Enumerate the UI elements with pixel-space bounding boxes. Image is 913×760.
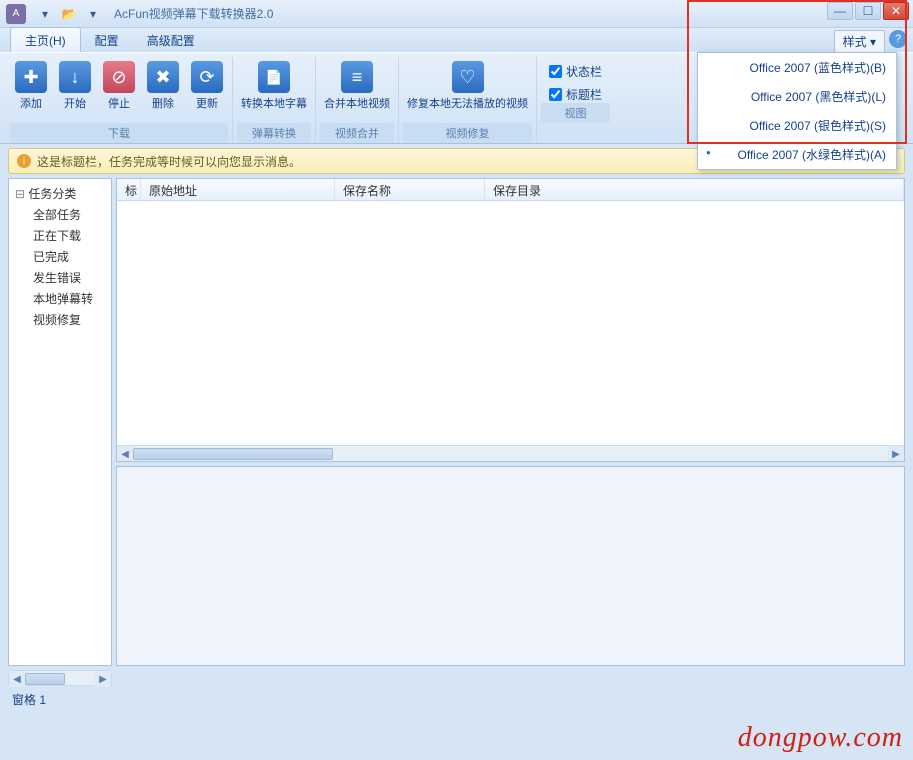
stop-icon [103, 61, 135, 93]
style-item-blue[interactable]: Office 2007 (蓝色样式)(B) [698, 53, 896, 82]
col-url[interactable]: 原始地址 [141, 179, 335, 200]
merge-icon [341, 61, 373, 93]
tab-home[interactable]: 主页(H) [10, 27, 81, 52]
task-list: 标 原始地址 保存名称 保存目录 ◀ ▶ [116, 178, 905, 462]
sidebar: 任务分类 全部任务 正在下载 已完成 发生错误 本地弹幕转 视频修复 [8, 178, 112, 666]
refresh-button[interactable]: 更新 [186, 59, 228, 113]
minimize-button[interactable]: — [827, 2, 853, 20]
window-title: AcFun视频弹幕下载转换器2.0 [114, 5, 273, 22]
convert-button[interactable]: 转换本地字幕 [237, 59, 311, 113]
main-area: 任务分类 全部任务 正在下载 已完成 发生错误 本地弹幕转 视频修复 标 原始地… [8, 178, 905, 666]
checkbox-statusbar-input[interactable] [549, 65, 562, 78]
detail-panel [116, 466, 905, 666]
group-convert: 转换本地字幕 弹幕转换 [233, 57, 316, 143]
info-icon: i [17, 154, 31, 168]
col-name[interactable]: 保存名称 [335, 179, 485, 200]
tree-item-downloading[interactable]: 正在下载 [25, 225, 109, 246]
fix-button[interactable]: 修复本地无法播放的视频 [403, 59, 532, 113]
qat-dropdown[interactable]: ▾ [34, 4, 56, 24]
group-label-view: 视图 [541, 103, 610, 123]
tab-config[interactable]: 配置 [81, 28, 133, 52]
info-text: 这是标题栏，任务完成等时候可以向您显示消息。 [37, 153, 301, 170]
group-fix: 修复本地无法播放的视频 视频修复 [399, 57, 537, 143]
style-item-black[interactable]: Office 2007 (黑色样式)(L) [698, 82, 896, 111]
group-download: 添加 开始 停止 删除 更新 下载 [6, 57, 233, 143]
col-flag[interactable]: 标 [117, 179, 141, 200]
tree-item-completed[interactable]: 已完成 [25, 246, 109, 267]
checkbox-titlebar[interactable]: 标题栏 [549, 86, 602, 103]
start-button[interactable]: 开始 [54, 59, 96, 113]
sidebar-hscrollbar[interactable]: ◀ ▶ [8, 670, 112, 686]
qat-open-icon[interactable]: 📂 [58, 4, 80, 24]
style-dropdown-button[interactable]: 样式 ▾ [834, 30, 885, 53]
group-label-convert: 弹幕转换 [237, 123, 311, 143]
scroll-thumb[interactable] [133, 448, 333, 460]
group-merge: 合并本地视频 视频合并 [316, 57, 399, 143]
close-button[interactable]: ✕ [883, 2, 909, 20]
titlebar: A ▾ 📂 ▾ AcFun视频弹幕下载转换器2.0 — ☐ ✕ [0, 0, 913, 28]
fix-icon [452, 61, 484, 93]
delete-icon [147, 61, 179, 93]
list-header: 标 原始地址 保存名称 保存目录 [117, 179, 904, 201]
convert-icon [258, 61, 290, 93]
watermark: dongpow.com [738, 722, 903, 754]
merge-button[interactable]: 合并本地视频 [320, 59, 394, 113]
col-dir[interactable]: 保存目录 [485, 179, 904, 200]
tree-item-all[interactable]: 全部任务 [25, 204, 109, 225]
group-label-merge: 视频合并 [320, 123, 394, 143]
add-icon [15, 61, 47, 93]
start-icon [59, 61, 91, 93]
style-item-silver[interactable]: Office 2007 (银色样式)(S) [698, 111, 896, 140]
group-view: 状态栏 标题栏 视图 [537, 57, 614, 143]
maximize-button[interactable]: ☐ [855, 2, 881, 20]
group-label-download: 下载 [10, 123, 228, 143]
help-button[interactable]: ? [889, 30, 907, 48]
scroll-thumb[interactable] [25, 673, 65, 685]
tree-item-error[interactable]: 发生错误 [25, 267, 109, 288]
refresh-icon [191, 61, 223, 93]
status-bar: 窗格 1 [8, 688, 905, 710]
list-body [117, 201, 904, 445]
tree-root-node[interactable]: 任务分类 [11, 183, 109, 204]
group-label-fix: 视频修复 [403, 123, 532, 143]
scroll-left-icon[interactable]: ◀ [9, 671, 25, 687]
app-icon: A [6, 4, 26, 24]
scroll-right-icon[interactable]: ▶ [888, 446, 904, 462]
delete-button[interactable]: 删除 [142, 59, 184, 113]
scroll-left-icon[interactable]: ◀ [117, 446, 133, 462]
tree-item-local[interactable]: 本地弹幕转 [25, 288, 109, 309]
menubar: 主页(H) 配置 高级配置 样式 ▾ ? [0, 28, 913, 52]
style-popup: Office 2007 (蓝色样式)(B) Office 2007 (黑色样式)… [697, 52, 897, 170]
checkbox-statusbar[interactable]: 状态栏 [549, 63, 602, 80]
checkbox-titlebar-input[interactable] [549, 88, 562, 101]
list-hscrollbar[interactable]: ◀ ▶ [117, 445, 904, 461]
qat-divider: ▾ [82, 4, 104, 24]
style-item-aqua[interactable]: Office 2007 (水绿色样式)(A) [698, 140, 896, 169]
scroll-right-icon[interactable]: ▶ [95, 671, 111, 687]
tree-item-fix[interactable]: 视频修复 [25, 309, 109, 330]
add-button[interactable]: 添加 [10, 59, 52, 113]
tab-advanced[interactable]: 高级配置 [133, 28, 209, 52]
status-text: 窗格 1 [12, 693, 46, 707]
stop-button[interactable]: 停止 [98, 59, 140, 113]
